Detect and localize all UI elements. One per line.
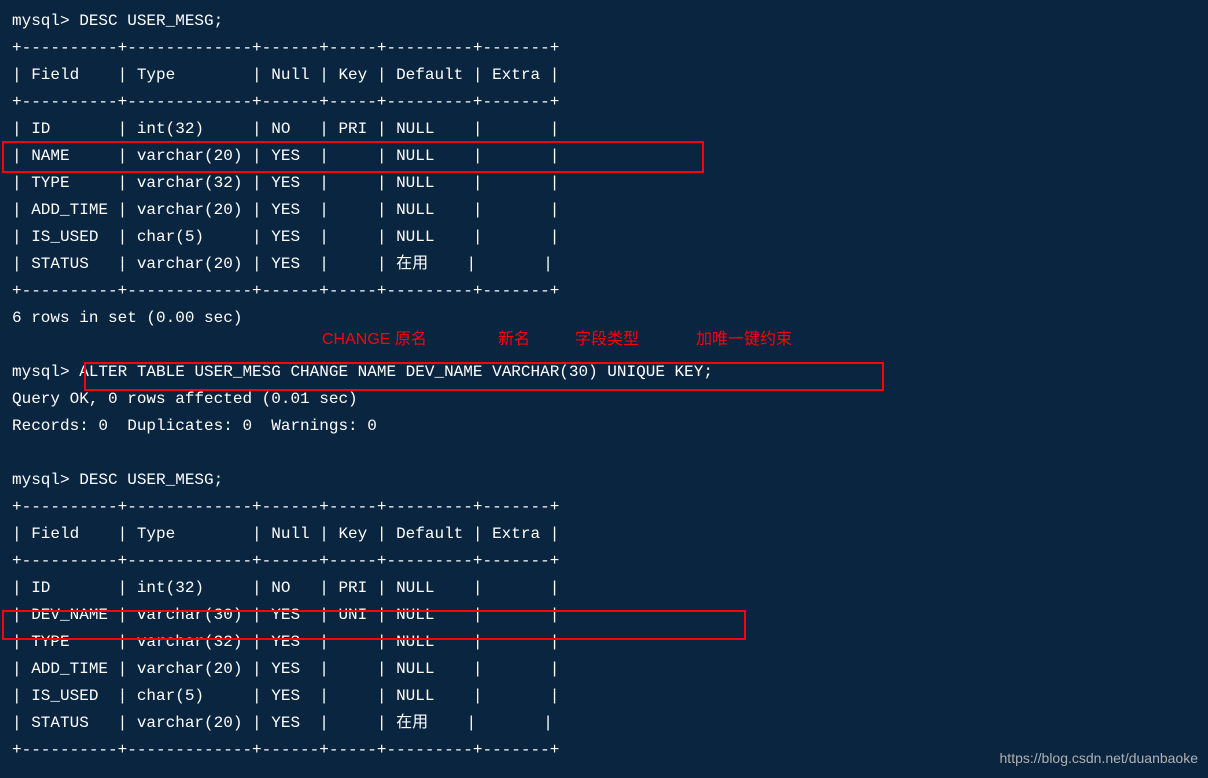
table-row: | ADD_TIME | varchar(20) | YES | | NULL … [12, 197, 1196, 224]
table-row: | TYPE | varchar(32) | YES | | NULL | | [12, 629, 1196, 656]
table-row: | STATUS | varchar(20) | YES | | 在用 | | [12, 251, 1196, 278]
table-row: | IS_USED | char(5) | YES | | NULL | | [12, 683, 1196, 710]
annotation-uniquekey: 加唯一键约束 [696, 326, 792, 353]
table-border: +----------+-------------+------+-----+-… [12, 278, 1196, 305]
mysql-prompt-line: mysql> DESC USER_MESG; [12, 8, 1196, 35]
records-line: Records: 0 Duplicates: 0 Warnings: 0 [12, 413, 1196, 440]
table-border: +----------+-------------+------+-----+-… [12, 89, 1196, 116]
table-header-row: | Field | Type | Null | Key | Default | … [12, 62, 1196, 89]
table-border: +----------+-------------+------+-----+-… [12, 35, 1196, 62]
mysql-prompt: mysql> [12, 363, 79, 381]
mysql-alter-line: mysql> ALTER TABLE USER_MESG CHANGE NAME… [12, 359, 1196, 386]
alter-statement: ALTER TABLE USER_MESG CHANGE NAME DEV_NA… [79, 363, 713, 381]
table-row: | TYPE | varchar(32) | YES | | NULL | | [12, 170, 1196, 197]
table-border: +----------+-------------+------+-----+-… [12, 494, 1196, 521]
table-row: | ADD_TIME | varchar(20) | YES | | NULL … [12, 656, 1196, 683]
table-border: +----------+-------------+------+-----+-… [12, 548, 1196, 575]
table-row: | IS_USED | char(5) | YES | | NULL | | [12, 224, 1196, 251]
query-ok-line: Query OK, 0 rows affected (0.01 sec) [12, 386, 1196, 413]
table-row: | ID | int(32) | NO | PRI | NULL | | [12, 116, 1196, 143]
annotation-change: CHANGE 原名 [322, 326, 427, 353]
table-row: | DEV_NAME | varchar(30) | YES | UNI | N… [12, 602, 1196, 629]
mysql-prompt-line: mysql> DESC USER_MESG; [12, 467, 1196, 494]
table-row: | NAME | varchar(20) | YES | | NULL | | [12, 143, 1196, 170]
table-row: | ID | int(32) | NO | PRI | NULL | | [12, 575, 1196, 602]
table-row: | STATUS | varchar(20) | YES | | 在用 | | [12, 710, 1196, 737]
watermark: https://blog.csdn.net/duanbaoke [1000, 745, 1198, 772]
table-header-row: | Field | Type | Null | Key | Default | … [12, 521, 1196, 548]
annotation-newname: 新名 [498, 326, 530, 353]
annotation-fieldtype: 字段类型 [575, 326, 639, 353]
blank-line [12, 440, 1196, 467]
